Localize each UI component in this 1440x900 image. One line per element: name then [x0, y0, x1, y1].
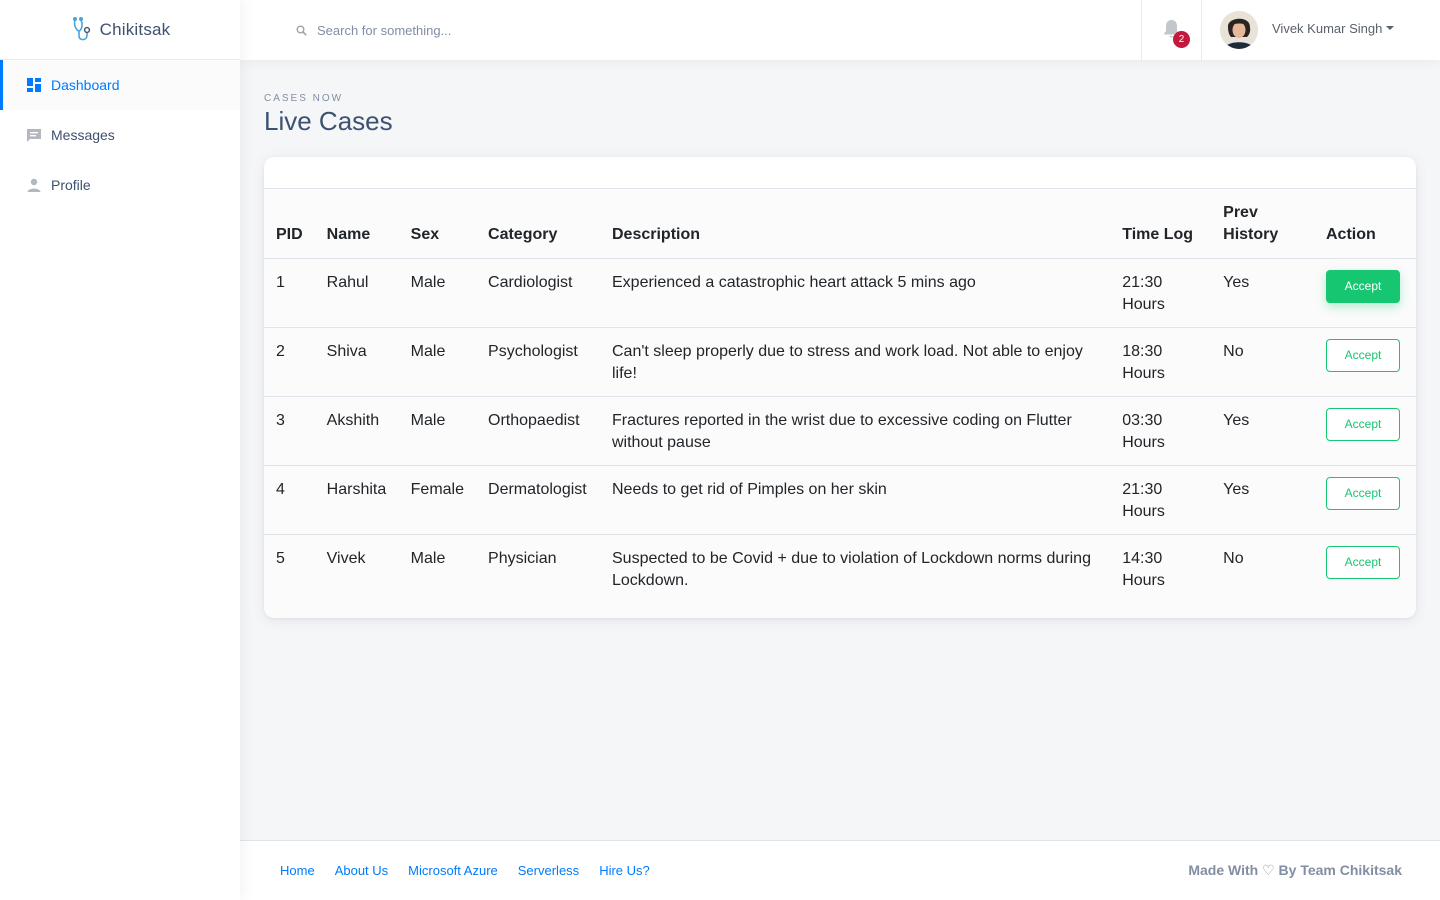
table-row: 2 Shiva Male Psychologist Can't sleep pr… [264, 326, 1416, 396]
card-header [264, 157, 1416, 189]
table-row: 5 Vivek Male Physician Suspected to be C… [264, 533, 1416, 618]
messages-icon [26, 127, 42, 143]
column-header-action: Action [1325, 225, 1376, 243]
cell-description: Experienced a catastrophic heart attack … [600, 257, 1111, 327]
topbar: 2 Vivek Kumar Singh [240, 0, 1440, 60]
cell-name: Vivek [314, 533, 399, 618]
cell-time-log: 14:30 Hours [1110, 533, 1212, 618]
column-header-time-log: Time Log [1122, 225, 1194, 243]
cell-time-log: 03:30 Hours [1110, 395, 1212, 465]
cell-sex: Male [398, 395, 477, 465]
column-header-prev-history: Prev History [1223, 203, 1279, 243]
notification-badge: 2 [1173, 31, 1190, 48]
cell-description: Needs to get rid of Pimples on her skin [600, 464, 1111, 534]
cell-pid: 2 [264, 326, 315, 396]
column-header-category: Category [488, 225, 558, 243]
cell-description: Can't sleep properly due to stress and w… [600, 326, 1111, 396]
cell-action: Accept [1313, 533, 1416, 618]
cell-action: Accept [1313, 257, 1416, 327]
sidebar-item-label: Messages [51, 127, 115, 143]
person-icon [26, 177, 42, 193]
cell-action: Accept [1313, 326, 1416, 396]
search-bar [240, 0, 1141, 60]
search-input[interactable] [317, 22, 717, 38]
cell-prev-history: No [1211, 533, 1314, 618]
column-header-sex: Sex [410, 225, 440, 243]
cell-time-log: 21:30 Hours [1110, 464, 1212, 534]
accept-button[interactable]: Accept [1325, 407, 1400, 441]
cell-sex: Male [398, 326, 477, 396]
cell-action: Accept [1313, 464, 1416, 534]
sidebar: Chikitsak Dashboard Messages Profile [0, 0, 240, 900]
cell-sex: Male [398, 533, 477, 618]
cell-prev-history: Yes [1211, 257, 1314, 327]
page-subtitle: CASES NOW [264, 93, 344, 104]
footer-link-home[interactable]: Home [280, 863, 315, 878]
sidebar-nav: Dashboard Messages Profile [0, 60, 240, 210]
sidebar-item-label: Dashboard [51, 77, 120, 93]
cell-name: Akshith [314, 395, 399, 465]
cell-prev-history: Yes [1211, 395, 1314, 465]
cell-category: Cardiologist [476, 257, 600, 327]
table-header-row: PID Name Sex Category Description Time L… [264, 189, 1416, 258]
column-header-pid: PID [276, 225, 303, 243]
cell-category: Dermatologist [476, 464, 600, 534]
column-header-description: Description [612, 225, 701, 243]
accept-button[interactable]: Accept [1325, 338, 1400, 372]
cell-pid: 4 [264, 464, 315, 534]
cell-prev-history: Yes [1211, 464, 1314, 534]
table-row: 3 Akshith Male Orthopaedist Fractures re… [264, 395, 1416, 465]
cell-category: Orthopaedist [476, 395, 600, 465]
user-name: Vivek Kumar Singh [1272, 20, 1395, 36]
sidebar-item-profile[interactable]: Profile [0, 160, 240, 210]
cell-action: Accept [1313, 395, 1416, 465]
table-row: 1 Rahul Male Cardiologist Experienced a … [264, 257, 1416, 327]
page-title: Live Cases [264, 106, 393, 136]
cell-pid: 5 [264, 533, 315, 618]
accept-button[interactable]: Accept [1325, 545, 1400, 579]
sidebar-item-messages[interactable]: Messages [0, 110, 240, 160]
footer-link-microsoft-azure[interactable]: Microsoft Azure [408, 863, 498, 878]
footer-link-serverless[interactable]: Serverless [518, 863, 579, 878]
cases-table: PID Name Sex Category Description Time L… [264, 189, 1416, 618]
cell-time-log: 18:30 Hours [1110, 326, 1212, 396]
footer-link-hire-us[interactable]: Hire Us? [599, 863, 650, 878]
cell-description: Suspected to be Covid + due to violation… [600, 533, 1111, 618]
sidebar-item-label: Profile [51, 177, 91, 193]
cell-pid: 3 [264, 395, 315, 465]
cell-category: Psychologist [476, 326, 600, 396]
brand[interactable]: Chikitsak [0, 0, 240, 60]
cell-sex: Male [398, 257, 477, 327]
avatar [1220, 11, 1258, 49]
footer-link-about-us[interactable]: About Us [335, 863, 388, 878]
cell-sex: Female [398, 464, 477, 534]
cell-prev-history: No [1211, 326, 1314, 396]
cell-pid: 1 [264, 257, 315, 327]
footer-links: Home About Us Microsoft Azure Serverless… [280, 863, 650, 878]
cell-name: Rahul [314, 257, 399, 327]
copyright: Made With ♡ By Team Chikitsak [1188, 862, 1402, 878]
user-menu[interactable]: Vivek Kumar Singh [1202, 0, 1440, 60]
dashboard-icon [26, 77, 42, 93]
cell-category: Physician [476, 533, 600, 618]
brand-name: Chikitsak [99, 19, 171, 39]
footer: Home About Us Microsoft Azure Serverless… [240, 840, 1440, 900]
table-row: 4 Harshita Female Dermatologist Needs to… [264, 464, 1416, 534]
caret-down-icon [1386, 26, 1395, 30]
cell-name: Shiva [314, 326, 399, 396]
cases-card: PID Name Sex Category Description Time L… [264, 157, 1416, 618]
column-header-name: Name [326, 225, 371, 243]
main-content: CASES NOW Live Cases PID Name Sex Catego… [264, 60, 1416, 618]
cell-description: Fractures reported in the wrist due to e… [600, 395, 1111, 465]
search-icon [296, 25, 307, 36]
accept-button[interactable]: Accept [1325, 269, 1400, 303]
stethoscope-icon [70, 16, 94, 44]
notification-button[interactable]: 2 [1141, 0, 1202, 60]
cell-time-log: 21:30 Hours [1110, 257, 1212, 327]
user-name-label: Vivek Kumar Singh [1272, 20, 1383, 36]
accept-button[interactable]: Accept [1325, 476, 1400, 510]
cell-name: Harshita [314, 464, 399, 534]
sidebar-item-dashboard[interactable]: Dashboard [0, 60, 240, 110]
